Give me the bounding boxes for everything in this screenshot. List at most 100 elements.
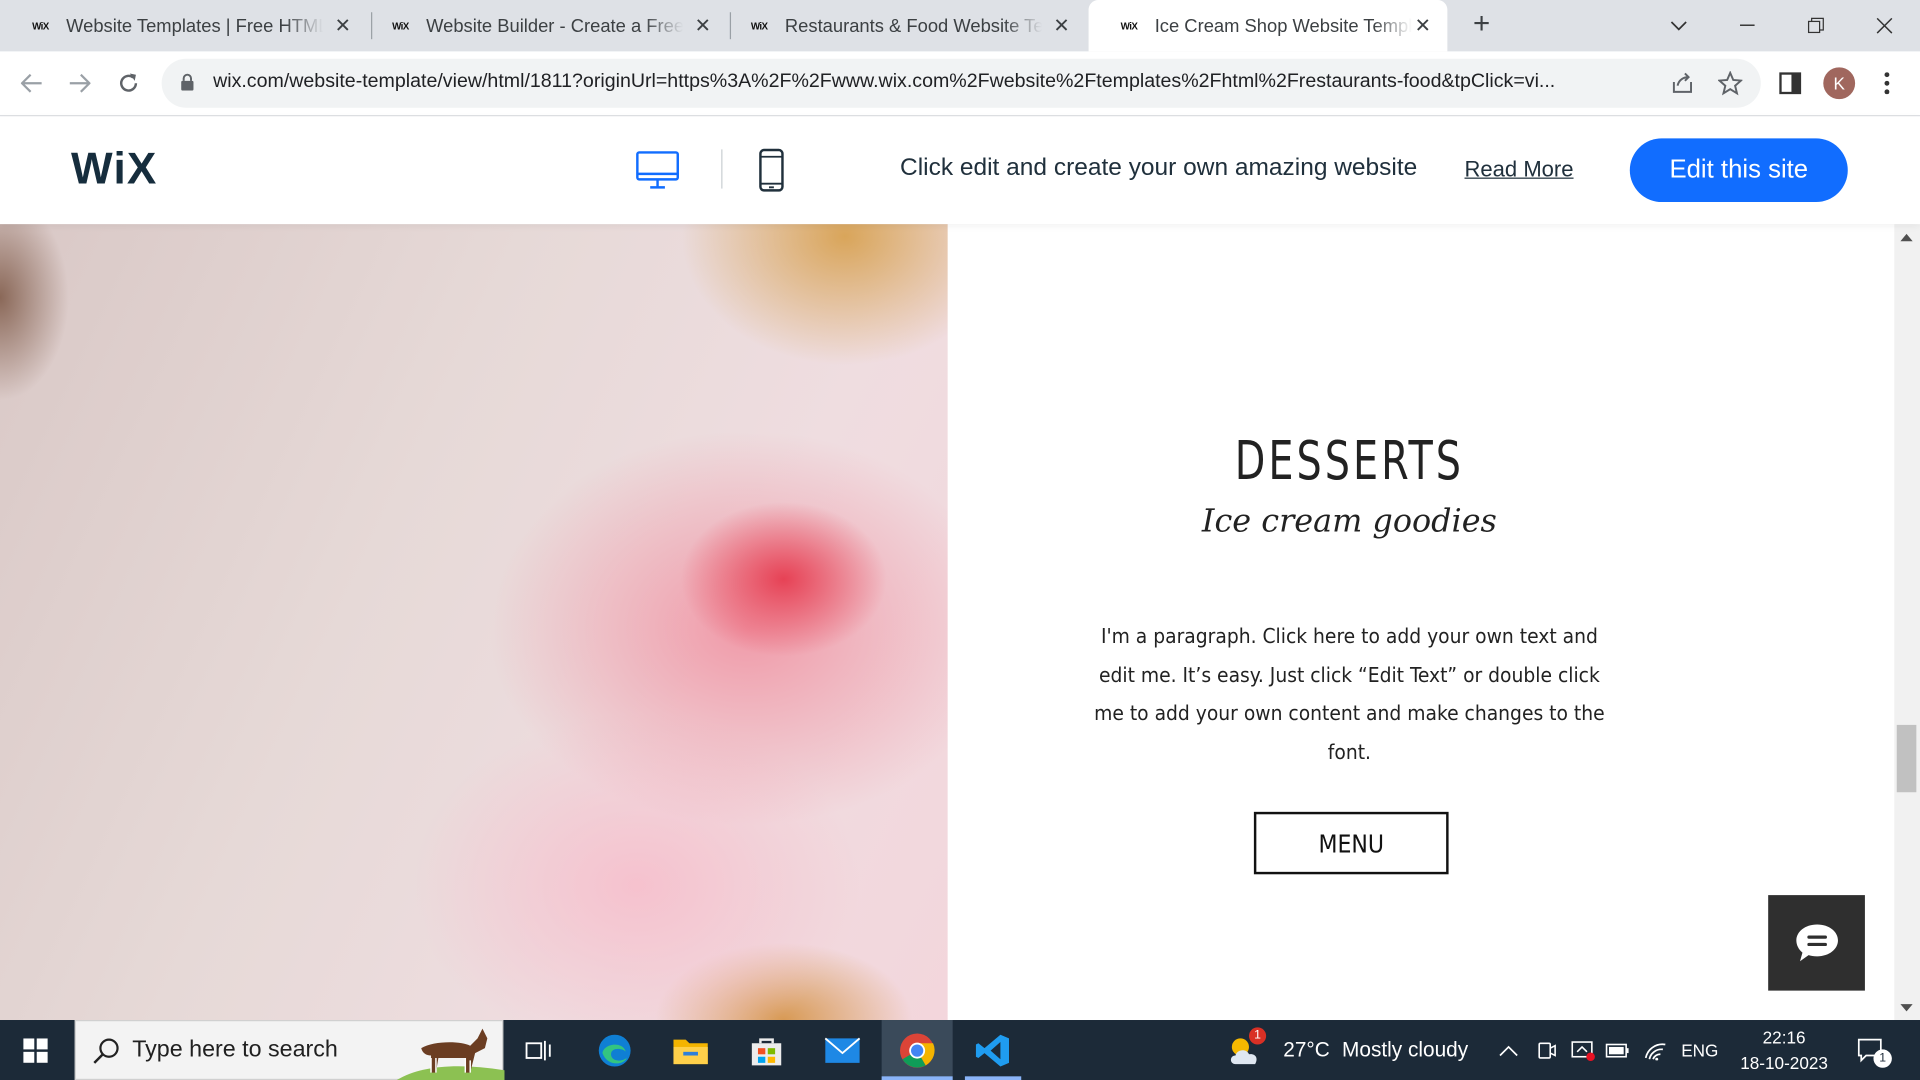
chrome-app-button[interactable] <box>881 1020 953 1080</box>
taskbar-search-box[interactable]: Type here to search <box>74 1020 505 1080</box>
wix-favicon-icon: WiX <box>750 20 768 32</box>
wifi-icon <box>1644 1042 1666 1060</box>
close-window-button[interactable] <box>1850 0 1919 51</box>
start-button[interactable] <box>0 1020 71 1080</box>
desktop-view-button[interactable] <box>633 146 682 195</box>
edge-icon <box>598 1034 631 1066</box>
weather-temperature: 27°C <box>1283 1037 1330 1062</box>
restore-button[interactable] <box>1782 0 1851 51</box>
wix-favicon-icon: WiX <box>1120 20 1138 32</box>
vscode-app-button[interactable] <box>958 1020 1029 1080</box>
chevron-down-icon <box>1670 21 1687 31</box>
side-panel-icon[interactable] <box>1771 64 1810 103</box>
microsoft-store-icon <box>751 1037 782 1065</box>
ice-cream-hero-image <box>0 224 948 1021</box>
section-paragraph: I'm a paragraph. Click here to add your … <box>1094 624 1605 765</box>
menu-button[interactable]: MENU <box>1253 811 1449 875</box>
language-indicator[interactable]: ENG <box>1681 1020 1718 1080</box>
browser-toolbar: wix.com/website-template/view/html/1811?… <box>0 51 1920 117</box>
okapi-illustration-icon <box>396 1028 505 1080</box>
show-hidden-icons[interactable] <box>1499 1020 1519 1080</box>
tab-title: Website Builder - Create a Free W <box>426 15 684 37</box>
browser-tab-2[interactable]: WiX Website Builder - Create a Free W ✕ <box>360 0 727 51</box>
url-text[interactable]: wix.com/website-template/view/html/1811?… <box>213 71 1648 93</box>
browser-tab-1[interactable]: WiX Website Templates | Free HTML5 ✕ <box>0 0 367 51</box>
mobile-view-button[interactable] <box>747 146 796 195</box>
wix-logo[interactable]: WiX <box>71 143 158 194</box>
browser-tab-strip: WiX Website Templates | Free HTML5 ✕ WiX… <box>0 0 1920 52</box>
task-view-icon <box>525 1040 551 1060</box>
vscode-icon <box>975 1034 1009 1066</box>
wix-favicon-icon: WiX <box>392 20 409 32</box>
share-icon[interactable] <box>1668 69 1697 98</box>
tab-search-button[interactable] <box>1645 0 1714 51</box>
active-app-indicator <box>881 1076 953 1080</box>
close-icon <box>1876 17 1893 34</box>
store-app-button[interactable] <box>731 1020 802 1080</box>
close-tab-icon[interactable]: ✕ <box>1411 13 1435 37</box>
lock-icon <box>181 73 194 91</box>
scroll-down-icon[interactable] <box>1900 1004 1913 1012</box>
file-explorer-button[interactable] <box>655 1020 726 1080</box>
notification-badge: 1 <box>1873 1049 1892 1068</box>
promo-text: Click edit and create your own amazing w… <box>900 154 1418 182</box>
tab-title: Restaurants & Food Website Tem <box>784 15 1043 37</box>
page-scrollbar[interactable] <box>1894 224 1920 1021</box>
close-tab-icon[interactable]: ✕ <box>691 13 715 37</box>
active-app-indicator <box>964 1076 1022 1080</box>
close-tab-icon[interactable]: ✕ <box>331 13 355 37</box>
system-clock[interactable]: 22:16 18-10-2023 <box>1736 1025 1832 1076</box>
reload-icon <box>120 73 138 92</box>
edge-app-button[interactable] <box>579 1020 650 1080</box>
wix-preview-bar: WiX Click edit and create your own amazi… <box>0 116 1920 225</box>
windows-logo-icon <box>23 1037 48 1063</box>
sync-error-icon <box>1571 1040 1595 1061</box>
folder-icon <box>673 1038 708 1064</box>
weather-widget[interactable]: 1 27°C Mostly cloudy <box>1225 1020 1469 1080</box>
read-more-link[interactable]: Read More <box>1465 157 1574 183</box>
chat-bubble-icon <box>1795 924 1838 962</box>
notifications-button[interactable]: 1 <box>1856 1020 1904 1080</box>
minimize-icon <box>1740 24 1755 26</box>
address-bar[interactable]: wix.com/website-template/view/html/1811?… <box>161 58 1761 108</box>
chevron-up-icon <box>1499 1045 1518 1056</box>
edit-this-site-button[interactable]: Edit this site <box>1629 138 1848 203</box>
weather-badge: 1 <box>1248 1026 1267 1044</box>
reload-button[interactable] <box>109 64 148 103</box>
back-button[interactable] <box>12 64 51 103</box>
section-heading: DESSERTS <box>1234 429 1465 493</box>
battery-icon <box>1605 1043 1629 1057</box>
chrome-icon <box>900 1032 935 1068</box>
device-divider <box>721 149 723 189</box>
battery-tray[interactable] <box>1605 1020 1629 1080</box>
close-tab-icon[interactable]: ✕ <box>1049 13 1073 37</box>
desktop-icon <box>636 151 679 189</box>
task-view-button[interactable] <box>503 1020 574 1080</box>
mobile-icon <box>759 148 784 192</box>
profile-avatar[interactable]: K <box>1823 67 1856 100</box>
camera-icon <box>1538 1041 1556 1059</box>
mail-icon <box>824 1037 861 1063</box>
arrow-right-icon <box>69 73 91 93</box>
scroll-thumb[interactable] <box>1896 724 1917 793</box>
browser-tab-3[interactable]: WiX Restaurants & Food Website Tem ✕ <box>719 0 1086 51</box>
mail-app-button[interactable] <box>807 1020 878 1080</box>
minimize-button[interactable] <box>1713 0 1782 51</box>
bookmark-star-icon[interactable] <box>1716 69 1745 98</box>
onedrive-tray[interactable] <box>1570 1020 1597 1080</box>
weather-description: Mostly cloudy <box>1342 1037 1469 1062</box>
windows-taskbar: Type here to search 1 27°C Mostly cloudy… <box>0 1020 1920 1080</box>
chat-button[interactable] <box>1768 895 1865 991</box>
wifi-tray[interactable] <box>1643 1020 1667 1080</box>
clock-time: 22:16 <box>1762 1027 1806 1047</box>
search-icon <box>93 1038 119 1064</box>
browser-tab-active[interactable]: WiX Ice Cream Shop Website Templa ✕ <box>1088 0 1448 52</box>
restore-icon <box>1807 17 1824 34</box>
forward-button[interactable] <box>60 64 99 103</box>
scroll-up-icon[interactable] <box>1900 233 1913 242</box>
new-tab-button[interactable]: + <box>1465 7 1499 41</box>
section-subheading: Ice cream goodies <box>1201 503 1497 541</box>
meet-now-tray[interactable] <box>1536 1020 1558 1080</box>
more-menu-icon[interactable] <box>1867 64 1906 103</box>
clock-date: 18-10-2023 <box>1740 1053 1828 1073</box>
